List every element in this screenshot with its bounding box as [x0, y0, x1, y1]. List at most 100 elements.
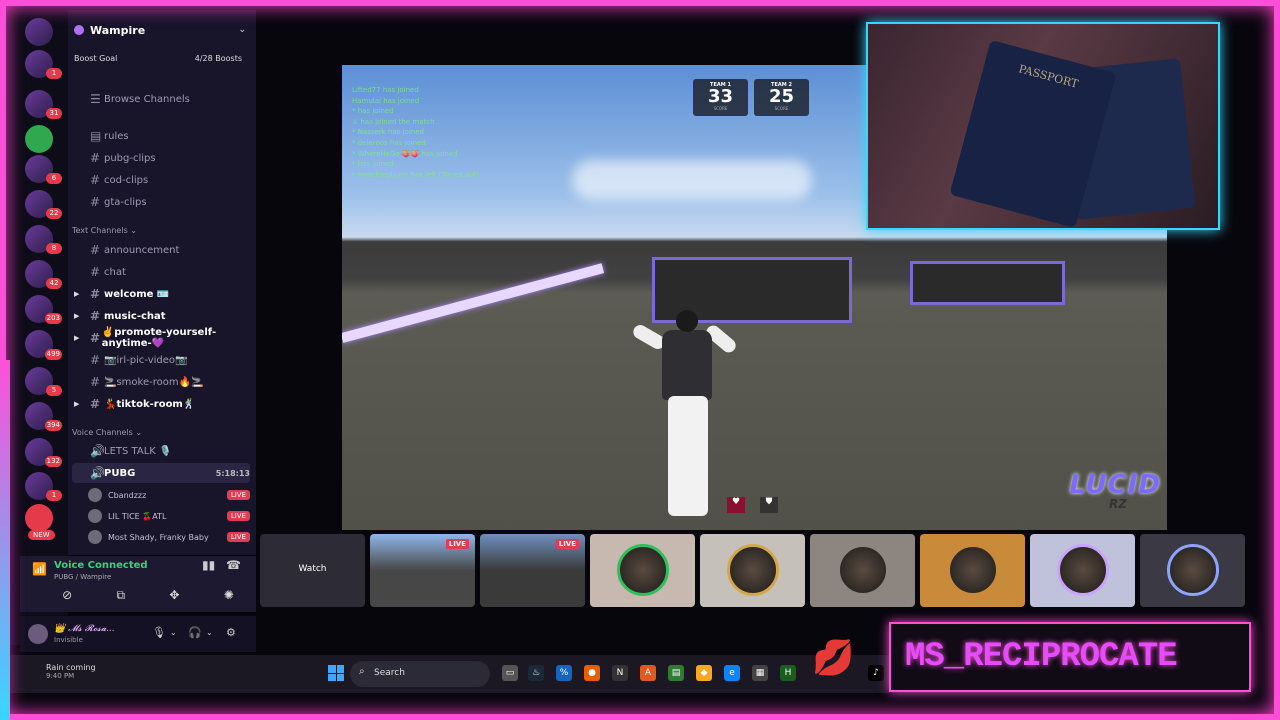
app-icon[interactable]: ◆: [696, 665, 712, 681]
chevron-down-icon[interactable]: ⌄: [238, 25, 246, 35]
new-badge: NEW: [28, 530, 55, 540]
channel-welcome[interactable]: ▶ # welcome 🪪: [72, 284, 250, 304]
channel-label: 💃tiktok-room🕺: [104, 398, 196, 410]
channel-chat[interactable]: # chat: [72, 262, 250, 282]
headset-icon[interactable]: 🎧: [188, 626, 202, 639]
channel-rules[interactable]: ▤ rules: [72, 126, 250, 146]
app-icon[interactable]: %: [556, 665, 572, 681]
voice-channel-pubg[interactable]: 🔊 PUBG 5:18:13: [72, 463, 250, 483]
user-name[interactable]: 👑 𝓜𝓼 𝓡𝓸𝓼𝓪...: [54, 624, 115, 634]
channel-promote-yourself[interactable]: ▶ # ✌️promote-yourself-anytime-💜: [72, 327, 250, 349]
stream-tile[interactable]: LIVE: [480, 534, 585, 607]
server-icon[interactable]: [25, 504, 53, 532]
channel-irl-pic-video[interactable]: # 📷irl-pic-video📷: [72, 350, 250, 370]
participant-tile[interactable]: [1140, 534, 1245, 607]
channel-label: ✌️promote-yourself-anytime-💜: [101, 327, 217, 349]
score-caption: SCORE: [713, 106, 728, 111]
voice-user[interactable]: Cbandzzz LIVE: [88, 485, 250, 505]
channel-cod-clips[interactable]: # cod-clips: [72, 170, 250, 190]
voice-channel-lets-talk[interactable]: 🔊 LETS TALK 🎙️: [72, 441, 250, 461]
signal-icon[interactable]: 📶: [32, 562, 47, 576]
participant-strip: Watch LIVE LIVE: [260, 534, 1250, 608]
windows-taskbar: Rain coming 9:40 PM ⌕ Search ▭ ♨ % ● N A…: [10, 655, 890, 693]
participant-tile[interactable]: [700, 534, 805, 607]
watch-button[interactable]: Watch: [260, 564, 365, 574]
hash-icon: #: [90, 309, 101, 323]
streamer-brand: MS_RECIPROCATE: [889, 622, 1251, 692]
activities-icon[interactable]: ✥: [169, 588, 179, 603]
app-icon[interactable]: N: [612, 665, 628, 681]
chevron-down-icon[interactable]: ⌄: [206, 628, 213, 637]
app-icon[interactable]: H: [780, 665, 796, 681]
participant-tile[interactable]: [810, 534, 915, 607]
taskbar-search[interactable]: ⌕ Search: [350, 661, 490, 687]
server-badge: 1: [46, 68, 62, 79]
user-panel: 👑 𝓜𝓼 𝓡𝓸𝓼𝓪... Invisible 🎙 ⌄ 🎧 ⌄ ⚙: [20, 616, 256, 652]
chevron-down-icon[interactable]: ⌄: [170, 628, 177, 637]
voice-location[interactable]: PUBG / Wampire: [54, 573, 111, 581]
channel-tiktok-room[interactable]: ▶ # 💃tiktok-room🕺: [72, 394, 250, 414]
feed-line: Hamulai has joined: [352, 96, 420, 105]
watch-tile[interactable]: Watch: [260, 534, 365, 607]
kill-feed: Lifted77 has joined Hamulai has joined *…: [352, 85, 479, 180]
category-text-channels[interactable]: Text Channels ⌄: [72, 226, 137, 235]
voice-user[interactable]: Most Shady, Franky Baby LIVE: [88, 527, 250, 547]
server-badge: 499: [44, 349, 62, 360]
hash-icon: #: [90, 397, 101, 411]
channel-announcement[interactable]: # announcement: [72, 240, 250, 260]
participant-tile[interactable]: [1030, 534, 1135, 607]
weather-time: 9:40 PM: [46, 672, 75, 680]
server-badge: 132: [44, 456, 62, 467]
hash-icon: #: [90, 151, 101, 165]
edge-icon[interactable]: e: [724, 665, 740, 681]
tiktok-icon[interactable]: ♪: [868, 665, 884, 681]
team1-score: TEAM 1 33 SCORE: [693, 79, 748, 116]
browse-channels[interactable]: ☰ Browse Channels: [72, 89, 250, 109]
app-icon[interactable]: A: [640, 665, 656, 681]
hash-icon: #: [90, 375, 101, 389]
channel-pubg-clips[interactable]: # pubg-clips: [72, 148, 250, 168]
arena-board: [910, 261, 1065, 305]
server-rail: 1 31 6 22 8 42 203 499 5 394 132 1 NEW: [10, 10, 68, 645]
server-icon-home[interactable]: [25, 18, 53, 46]
live-badge: LIVE: [226, 532, 250, 542]
stream-tile[interactable]: LIVE: [370, 534, 475, 607]
server-badge: 203: [44, 313, 62, 324]
app-icon[interactable]: ▤: [668, 665, 684, 681]
soundboard-icon[interactable]: ✺: [224, 588, 234, 603]
steam-icon[interactable]: ♨: [528, 665, 544, 681]
category-voice-channels[interactable]: Voice Channels ⌄: [72, 428, 142, 437]
player-torso: [662, 330, 712, 400]
feed-line: * has joined: [352, 160, 394, 169]
channel-smoke-room[interactable]: # 🚬smoke-room🔥🚬: [72, 372, 250, 392]
app-icon[interactable]: ▦: [752, 665, 768, 681]
camera-off-icon[interactable]: ⊘: [62, 588, 72, 603]
weather-widget[interactable]: Rain coming 9:40 PM: [46, 663, 96, 680]
server-badge: 31: [46, 108, 62, 119]
boost-goal-bar[interactable]: Boost Goal 4/28 Boosts: [68, 54, 256, 63]
channel-music-chat[interactable]: ▶ # music-chat: [72, 306, 250, 326]
avatar: [1167, 544, 1219, 596]
user-name: Cbandzzz: [108, 490, 147, 500]
firefox-icon[interactable]: ●: [584, 665, 600, 681]
gear-icon[interactable]: ⚙: [226, 626, 236, 639]
channel-gta-clips[interactable]: # gta-clips: [72, 192, 250, 212]
voice-status[interactable]: Voice Connected: [54, 560, 148, 571]
user-name: Most Shady, Franky Baby: [108, 532, 209, 542]
participant-tile[interactable]: [920, 534, 1025, 607]
avatar[interactable]: [28, 624, 48, 644]
hash-icon: #: [90, 243, 101, 257]
windows-start-icon[interactable]: [328, 665, 344, 681]
mic-icon[interactable]: 🎙: [152, 626, 166, 639]
hash-icon: #: [90, 173, 101, 187]
expand-arrow-icon: ▶: [74, 312, 80, 320]
participant-tile[interactable]: [590, 534, 695, 607]
task-view-icon[interactable]: ▭: [502, 665, 518, 681]
noise-suppression-icon[interactable]: ▮▮: [202, 558, 215, 572]
voice-user[interactable]: LIL TICE 🍒ATL LIVE: [88, 506, 250, 526]
channel-label: cod-clips: [104, 174, 149, 186]
server-icon[interactable]: [25, 125, 53, 153]
server-header[interactable]: Wampire ⌄: [68, 10, 256, 50]
screen-share-icon[interactable]: ⧉: [117, 588, 126, 603]
disconnect-icon[interactable]: ☎: [226, 558, 241, 572]
